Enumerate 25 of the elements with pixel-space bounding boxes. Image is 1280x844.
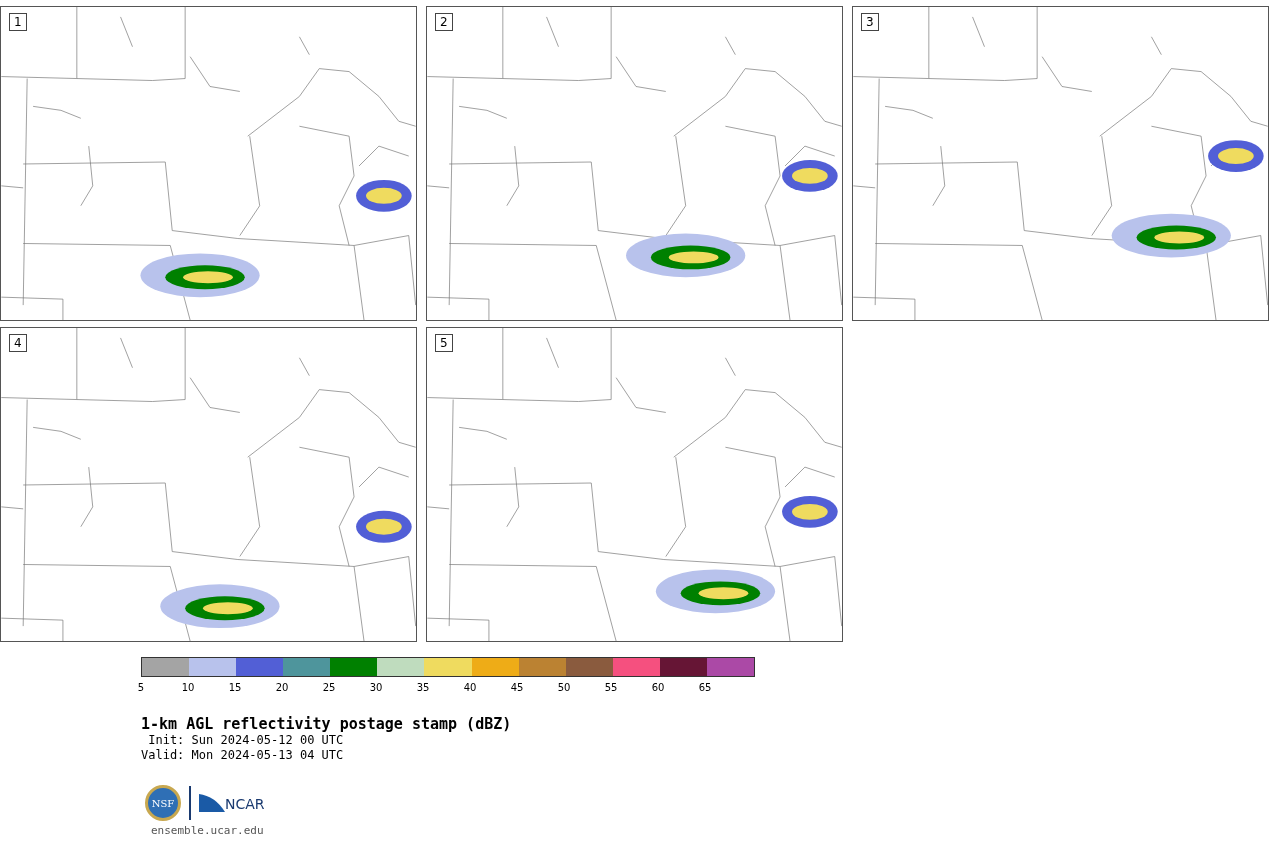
init-time: Init: Sun 2024-05-12 00 UTC (147, 733, 345, 748)
tick-label: 20 (275, 682, 289, 693)
nsf-logo: NSF (145, 785, 181, 821)
swoosh-icon (199, 794, 225, 812)
tick-label: 15 (228, 682, 242, 693)
tick-label: 60 (651, 682, 665, 693)
tick-label: 40 (463, 682, 477, 693)
tick-label: 50 (557, 682, 571, 693)
panel-number: 5 (435, 334, 453, 352)
tick-label: 5 (137, 682, 145, 693)
website-url: ensemble.ucar.edu (151, 824, 265, 837)
ncar-logo: NCAR (199, 794, 265, 812)
tick-label: 35 (416, 682, 430, 693)
tick-label: 10 (181, 682, 195, 693)
valid-time: Valid: Mon 2024-05-13 04 UTC (141, 748, 345, 763)
tick-label: 30 (369, 682, 383, 693)
panel-number: 1 (9, 13, 27, 31)
panel-number: 4 (9, 334, 27, 352)
panel-number: 3 (861, 13, 879, 31)
tick-label: 55 (604, 682, 618, 693)
tick-label: 45 (510, 682, 524, 693)
chart-title: 1-km AGL reflectivity postage stamp (dBZ) (141, 715, 513, 733)
tick-label: 25 (322, 682, 336, 693)
tick-label: 65 (698, 682, 712, 693)
panel-number: 2 (435, 13, 453, 31)
